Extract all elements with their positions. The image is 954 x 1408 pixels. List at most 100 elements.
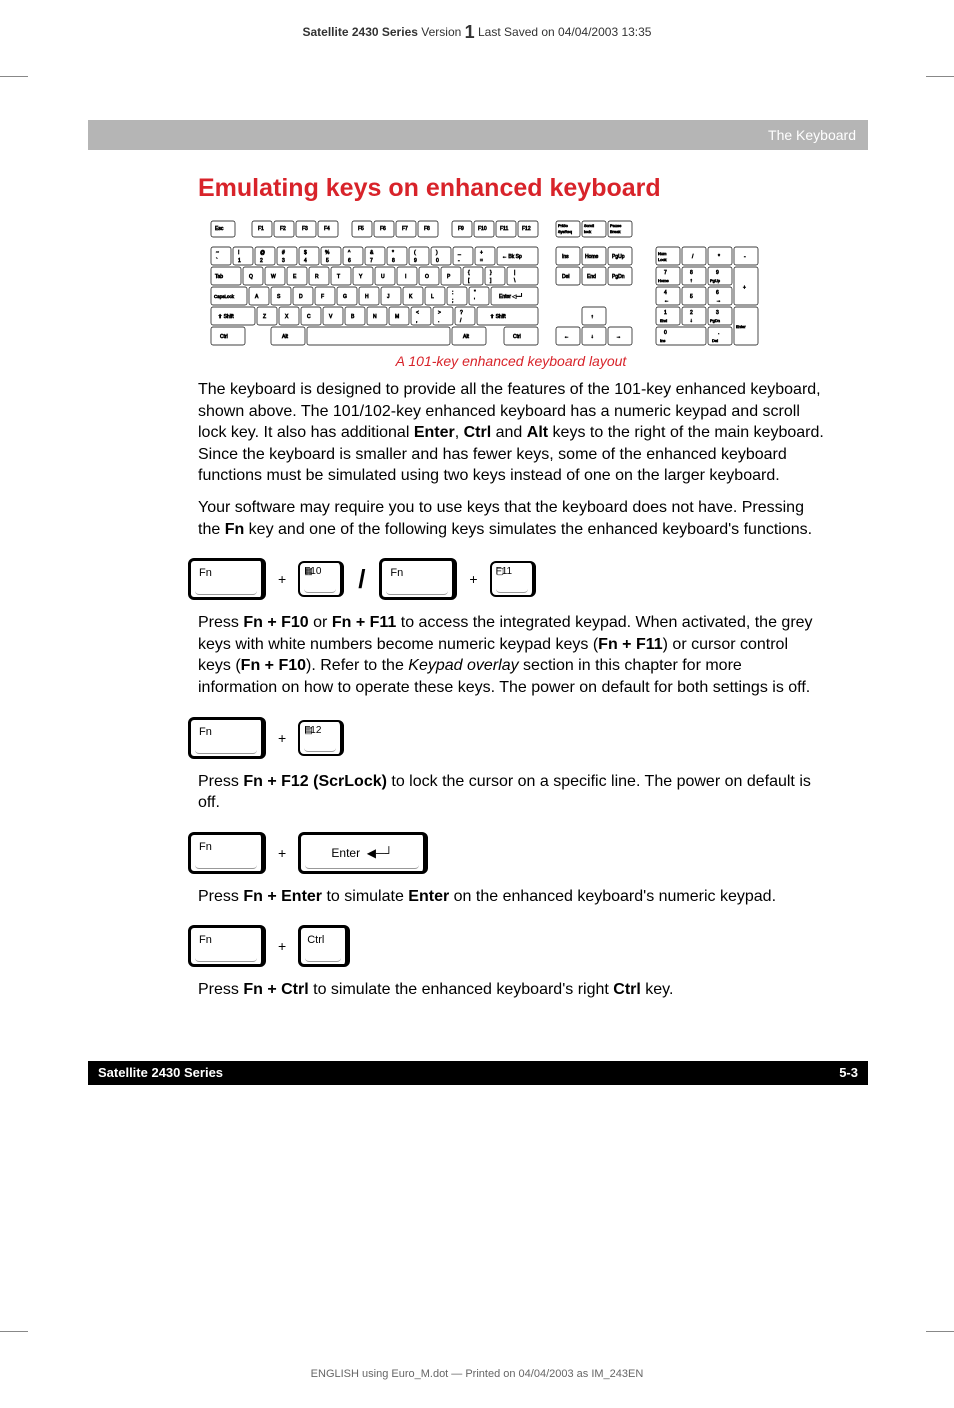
svg-text:Del: Del xyxy=(712,338,718,343)
crop-mark xyxy=(926,1331,954,1332)
svg-text:7: 7 xyxy=(664,270,667,276)
svg-text:>: > xyxy=(438,310,441,316)
svg-text:↑: ↑ xyxy=(591,314,594,320)
svg-text:.: . xyxy=(438,318,439,324)
paragraph-3: Press Fn + F10 or Fn + F11 to access the… xyxy=(198,612,824,698)
svg-text:Lock: Lock xyxy=(658,257,666,262)
svg-text:Ins: Ins xyxy=(660,338,665,343)
fn-key-icon: Fn xyxy=(188,832,266,874)
svg-text:F11: F11 xyxy=(500,226,508,232)
svg-text:Scroll: Scroll xyxy=(584,223,594,228)
svg-text:Num: Num xyxy=(658,251,667,256)
fn-key-icon: Fn xyxy=(188,925,266,967)
svg-text:F: F xyxy=(321,294,324,300)
svg-text:Alt: Alt xyxy=(463,334,469,340)
svg-text:$: $ xyxy=(304,250,307,256)
svg-text:PgUp: PgUp xyxy=(612,254,625,260)
svg-text:Z: Z xyxy=(263,314,266,320)
svg-text:Enter: Enter xyxy=(736,324,746,329)
plus-icon: + xyxy=(465,571,481,587)
svg-text:~: ~ xyxy=(216,250,219,256)
svg-text:3: 3 xyxy=(716,310,719,316)
svg-text:End: End xyxy=(587,274,596,280)
svg-text:←: ← xyxy=(564,334,569,340)
svg-text:*: * xyxy=(392,250,394,256)
svg-text:← Bk Sp: ← Bk Sp xyxy=(502,254,522,260)
svg-text:Del: Del xyxy=(562,274,570,280)
footer-left: Satellite 2430 Series xyxy=(98,1065,223,1080)
section-title: The Keyboard xyxy=(768,127,856,143)
fn-key-icon: Fn xyxy=(188,717,266,759)
svg-text:<: < xyxy=(416,310,419,316)
paragraph-4: Press Fn + F12 (ScrLock) to lock the cur… xyxy=(198,771,824,814)
svg-text:#: # xyxy=(282,250,285,256)
svg-text:G: G xyxy=(343,294,347,300)
svg-text:F4: F4 xyxy=(324,226,330,232)
svg-text:6: 6 xyxy=(348,258,351,264)
saved-stamp: Last Saved on 04/04/2003 13:35 xyxy=(478,25,651,39)
svg-text:@: @ xyxy=(260,250,265,256)
svg-text:6: 6 xyxy=(716,290,719,296)
svg-text:5: 5 xyxy=(326,258,329,264)
svg-text:4: 4 xyxy=(664,290,667,296)
svg-text:U: U xyxy=(381,274,385,280)
svg-text:?: ? xyxy=(460,310,463,316)
svg-text:9: 9 xyxy=(716,270,719,276)
enter-key-icon: Enter ◀─┘ xyxy=(298,832,428,874)
enter-arrow-icon: ◀─┘ xyxy=(367,846,393,860)
svg-text:Ins: Ins xyxy=(562,254,569,260)
svg-text:F5: F5 xyxy=(358,226,364,232)
svg-text:8: 8 xyxy=(392,258,395,264)
svg-text:PgDn: PgDn xyxy=(710,318,720,323)
svg-text:=: = xyxy=(480,258,483,264)
header-band: The Keyboard xyxy=(88,120,868,150)
version-label: Version xyxy=(421,25,461,39)
svg-text:7: 7 xyxy=(370,258,373,264)
svg-text:H: H xyxy=(365,294,369,300)
crop-mark xyxy=(926,76,954,77)
svg-text:3: 3 xyxy=(282,258,285,264)
svg-text:F9: F9 xyxy=(458,226,464,232)
svg-text:↓: ↓ xyxy=(591,334,594,340)
footer-band: Satellite 2430 Series 5-3 xyxy=(88,1061,868,1085)
svg-text:': ' xyxy=(474,298,475,304)
paragraph-5: Press Fn + Enter to simulate Enter on th… xyxy=(198,886,824,908)
paragraph-2: Your software may require you to use key… xyxy=(198,497,824,540)
svg-text:Break: Break xyxy=(610,229,620,234)
svg-text:4: 4 xyxy=(304,258,307,264)
svg-text:Enter ◀─┘: Enter ◀─┘ xyxy=(499,293,523,300)
svg-text:+: + xyxy=(480,250,483,256)
keyboard-figure: Esc F1 F2 F3 F4 F5 F6 F7 F8 F9 F10 F11 F… xyxy=(198,217,824,349)
svg-text:lock: lock xyxy=(584,229,591,234)
svg-text:F10: F10 xyxy=(478,226,487,232)
svg-text:D: D xyxy=(299,294,303,300)
svg-text:|: | xyxy=(514,270,515,276)
svg-text:2: 2 xyxy=(690,310,693,316)
product-name: Satellite 2430 Series xyxy=(303,25,418,39)
paragraph-1: The keyboard is designed to provide all … xyxy=(198,379,824,487)
svg-text:9: 9 xyxy=(414,258,417,264)
svg-text:O: O xyxy=(425,274,429,280)
svg-text:T: T xyxy=(337,274,340,280)
svg-text:.: . xyxy=(718,330,719,336)
svg-text:+: + xyxy=(743,285,746,291)
svg-text::: : xyxy=(452,290,453,296)
content-area: Emulating keys on enhanced keyboard Esc … xyxy=(88,150,868,1001)
key-combo-ctrl: Fn + Ctrl xyxy=(188,925,824,967)
svg-text:⇧ Shift: ⇧ Shift xyxy=(490,314,506,320)
svg-text:_: _ xyxy=(457,250,461,256)
svg-text:F12: F12 xyxy=(522,226,531,232)
svg-text:M: M xyxy=(395,314,399,320)
svg-text:I: I xyxy=(405,274,406,280)
key-combo-enter: Fn + Enter ◀─┘ xyxy=(188,832,824,874)
svg-text:F6: F6 xyxy=(380,226,386,232)
svg-text:": " xyxy=(474,290,476,296)
svg-text:Q: Q xyxy=(249,274,253,280)
scrlock-icon: ▤ xyxy=(304,725,336,751)
svg-text:F1: F1 xyxy=(258,226,264,232)
svg-text:Esc: Esc xyxy=(215,226,224,232)
paragraph-6: Press Fn + Ctrl to simulate the enhanced… xyxy=(198,979,824,1001)
page-title: Emulating keys on enhanced keyboard xyxy=(198,174,824,203)
svg-text:F2: F2 xyxy=(280,226,286,232)
svg-text:Home: Home xyxy=(658,278,669,283)
